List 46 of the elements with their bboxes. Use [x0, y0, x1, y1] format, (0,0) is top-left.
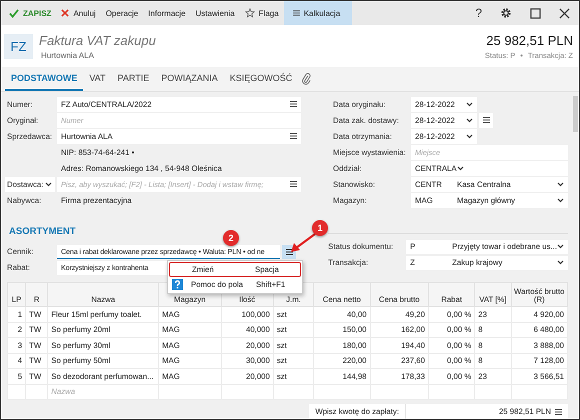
help-icon [172, 279, 183, 290]
paperclip-icon[interactable] [302, 73, 312, 85]
toolbar-button[interactable]: Informacje [143, 1, 191, 25]
toolbar-button[interactable]: Operacje [100, 1, 144, 25]
maximize-icon[interactable] [530, 8, 541, 18]
section-title: ASORTYMENT [9, 226, 76, 236]
document-title: Faktura VAT zakupu [39, 32, 157, 48]
chevron-down-icon [457, 166, 464, 171]
tab[interactable]: KSIĘGOWOŚĆ [224, 67, 298, 91]
star-icon [244, 8, 255, 18]
close-icon[interactable] [559, 8, 570, 18]
step-number-badge: 2 [223, 230, 239, 246]
close-icon [61, 9, 70, 17]
tab[interactable]: VAT [83, 67, 112, 91]
toolbar-button[interactable]: ZAPISZ [4, 1, 56, 25]
check-icon [9, 8, 19, 18]
chevron-down-icon [45, 182, 52, 187]
chevron-down-icon [557, 244, 564, 250]
toolbar-button[interactable]: Kalkulacja [284, 1, 352, 25]
chevron-down-icon [557, 182, 564, 187]
menu-icon[interactable] [290, 181, 297, 188]
menu-icon [286, 248, 293, 255]
help-button[interactable]: ? [475, 6, 482, 20]
menu-icon [555, 408, 562, 414]
step-number-badge: 1 [312, 220, 328, 236]
tab[interactable]: PARTIE [112, 67, 156, 91]
toolbar-button[interactable]: Anuluj [56, 1, 101, 25]
settings-icon[interactable] [500, 7, 512, 19]
document-badge: FZ [4, 34, 33, 58]
tab[interactable]: PODSTAWOWE [5, 67, 84, 91]
toolbar-button[interactable]: Flaga [240, 1, 284, 25]
chevron-down-icon [466, 102, 473, 107]
chevron-down-icon [466, 118, 473, 123]
annotation-arrow [290, 233, 316, 253]
chevron-down-icon [557, 198, 564, 203]
menu-icon [292, 10, 300, 16]
chevron-down-icon [557, 260, 564, 266]
menu-icon[interactable] [290, 101, 297, 108]
tab[interactable]: POWIĄZANIA [155, 67, 224, 91]
menu-icon[interactable] [290, 133, 297, 140]
toolbar-button[interactable]: Ustawienia [190, 1, 240, 25]
document-subtitle: Hurtownia ALA [41, 50, 95, 60]
total-amount: 25 982,51 PLN [485, 32, 573, 48]
chevron-down-icon [466, 134, 473, 139]
menu-button[interactable] [479, 113, 493, 128]
menu-icon [482, 117, 490, 124]
